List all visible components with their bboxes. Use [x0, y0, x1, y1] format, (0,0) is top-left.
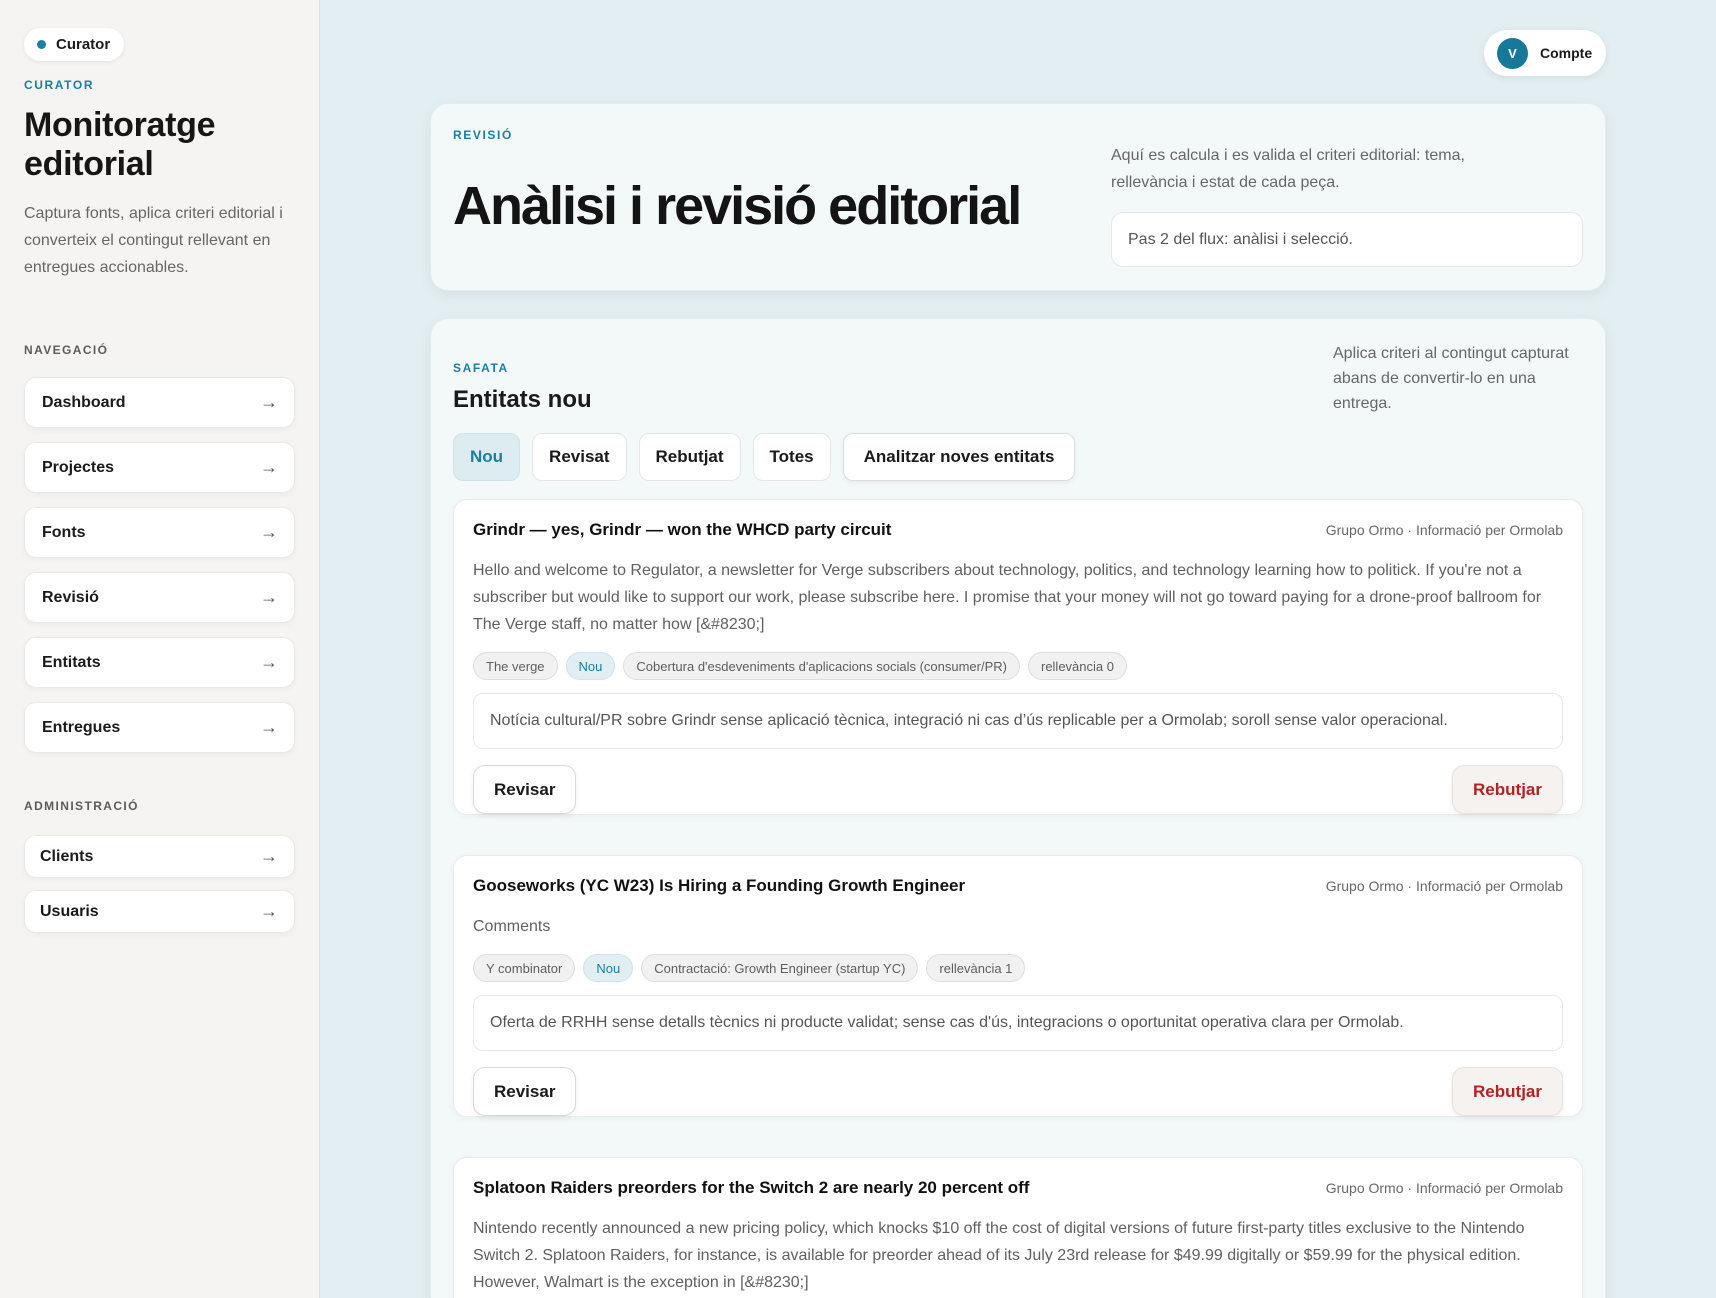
sidebar-item-projectes[interactable]: Projectes →	[24, 442, 295, 493]
flow-step-note: Pas 2 del flux: anàlisi i selecció.	[1111, 212, 1583, 267]
sidebar-item-usuaris[interactable]: Usuaris →	[24, 890, 295, 933]
review-button[interactable]: Revisar	[473, 765, 577, 814]
sidebar-item-label: Entitats	[42, 653, 101, 671]
arrow-right-icon: →	[260, 717, 278, 737]
entity-card: Gooseworks (YC W23) Is Hiring a Founding…	[453, 855, 1583, 1117]
topic-chip: Cobertura d'esdeveniments d'aplicacions …	[623, 652, 1020, 680]
admin-nav: Clients → Usuaris →	[24, 835, 295, 933]
entity-chips: Y combinator Nou Contractació: Growth En…	[473, 954, 1563, 982]
sidebar-title: Monitoratge editorial	[24, 106, 216, 183]
panel-eyebrow: SAFATA	[453, 361, 509, 375]
sidebar-item-label: Dashboard	[42, 393, 126, 411]
sidebar-item-entitats[interactable]: Entitats →	[24, 637, 295, 688]
arrow-right-icon: →	[260, 392, 278, 412]
entity-title[interactable]: Grindr — yes, Grindr — won the WHCD part…	[473, 520, 891, 540]
entity-card: Grindr — yes, Grindr — won the WHCD part…	[453, 499, 1583, 815]
entity-note: Notícia cultural/PR sobre Grindr sense a…	[473, 693, 1563, 749]
sidebar-item-label: Clients	[40, 847, 94, 865]
tab-rebutjat[interactable]: Rebutjat	[638, 433, 741, 481]
entity-body: Hello and welcome to Regulator, a newsle…	[473, 562, 1542, 633]
status-badge: Nou	[583, 954, 634, 982]
arrow-right-icon: →	[260, 457, 278, 477]
tab-revisat[interactable]: Revisat	[532, 433, 627, 481]
brand-name: Curator	[56, 36, 111, 53]
panel-description: Aplica criteri al contingut capturat aba…	[1333, 345, 1569, 412]
entity-body: Comments	[473, 918, 551, 935]
entity-note: Oferta de RRHH sense detalls tècnics ni …	[473, 995, 1563, 1051]
sidebar-eyebrow: CURATOR	[24, 78, 95, 92]
sidebar-item-label: Projectes	[42, 458, 115, 476]
arrow-right-icon: →	[260, 522, 278, 542]
sidebar-item-label: Entregues	[42, 718, 121, 736]
arrow-right-icon: →	[260, 901, 278, 921]
sidebar-item-fonts[interactable]: Fonts →	[24, 507, 295, 558]
analyze-entities-button[interactable]: Analitzar noves entitats	[842, 433, 1076, 481]
page-title: Anàlisi i revisió editorial	[453, 176, 1022, 236]
relevance-chip: rellevància 0	[1027, 652, 1127, 680]
sidebar-item-entregues[interactable]: Entregues →	[24, 702, 295, 753]
sidebar-item-dashboard[interactable]: Dashboard →	[24, 377, 295, 428]
tab-totes[interactable]: Totes	[752, 433, 831, 481]
source-chip: The verge	[473, 652, 558, 680]
status-badge: Nou	[565, 652, 616, 680]
header-eyebrow: REVISIÓ	[453, 128, 513, 142]
review-button[interactable]: Revisar	[473, 1067, 577, 1116]
entity-title[interactable]: Splatoon Raiders preorders for the Switc…	[473, 1178, 1029, 1198]
nav-heading: NAVEGACIÓ	[24, 343, 109, 357]
inbox-panel: SAFATA Entitats nou Aplica criteri al co…	[430, 318, 1606, 1298]
arrow-right-icon: →	[260, 587, 278, 607]
reject-button[interactable]: Rebutjar	[1452, 1067, 1563, 1116]
header-description: Aquí es calcula i es valida el criteri e…	[1111, 147, 1465, 191]
status-tabs: Nou Revisat Rebutjat Totes Analitzar nov…	[453, 433, 1076, 481]
entity-title[interactable]: Gooseworks (YC W23) Is Hiring a Founding…	[473, 876, 965, 896]
relevance-chip: rellevància 1	[926, 954, 1026, 982]
account-button[interactable]: V Compte	[1484, 30, 1606, 76]
entity-chips: The verge Nou Cobertura d'esdeveniments …	[473, 652, 1563, 680]
sidebar-item-label: Usuaris	[40, 902, 99, 920]
sidebar: Curator CURATOR Monitoratge editorial Ca…	[0, 0, 320, 1298]
topic-chip: Contractació: Growth Engineer (startup Y…	[641, 954, 919, 982]
arrow-right-icon: →	[260, 652, 278, 672]
source-chip: Y combinator	[473, 954, 576, 982]
entity-meta: Grupo Ormo · Informació per Ormolab	[1325, 878, 1563, 894]
sidebar-description: Captura fonts, aplica criteri editorial …	[24, 205, 283, 276]
avatar: V	[1497, 37, 1528, 69]
account-label: Compte	[1540, 45, 1593, 61]
brand-pill[interactable]: Curator	[24, 28, 125, 61]
main-nav: Dashboard → Projectes → Fonts → Revisió …	[24, 377, 295, 753]
panel-title: Entitats nou	[453, 386, 592, 413]
entity-meta: Grupo Ormo · Informació per Ormolab	[1325, 522, 1563, 538]
page-header-card: REVISIÓ Anàlisi i revisió editorial Aquí…	[430, 103, 1606, 291]
tab-nou[interactable]: Nou	[453, 433, 521, 481]
entity-card: Splatoon Raiders preorders for the Switc…	[453, 1157, 1583, 1298]
sidebar-item-label: Revisió	[42, 588, 99, 606]
reject-button[interactable]: Rebutjar	[1452, 765, 1563, 814]
entity-body: Nintendo recently announced a new pricin…	[473, 1220, 1525, 1291]
sidebar-item-revisio[interactable]: Revisió →	[24, 572, 295, 623]
entity-meta: Grupo Ormo · Informació per Ormolab	[1325, 1180, 1563, 1196]
admin-heading: ADMINISTRACIÓ	[24, 799, 139, 813]
sidebar-item-label: Fonts	[42, 523, 86, 541]
arrow-right-icon: →	[260, 846, 278, 866]
brand-dot-icon	[37, 40, 46, 49]
sidebar-item-clients[interactable]: Clients →	[24, 835, 295, 878]
